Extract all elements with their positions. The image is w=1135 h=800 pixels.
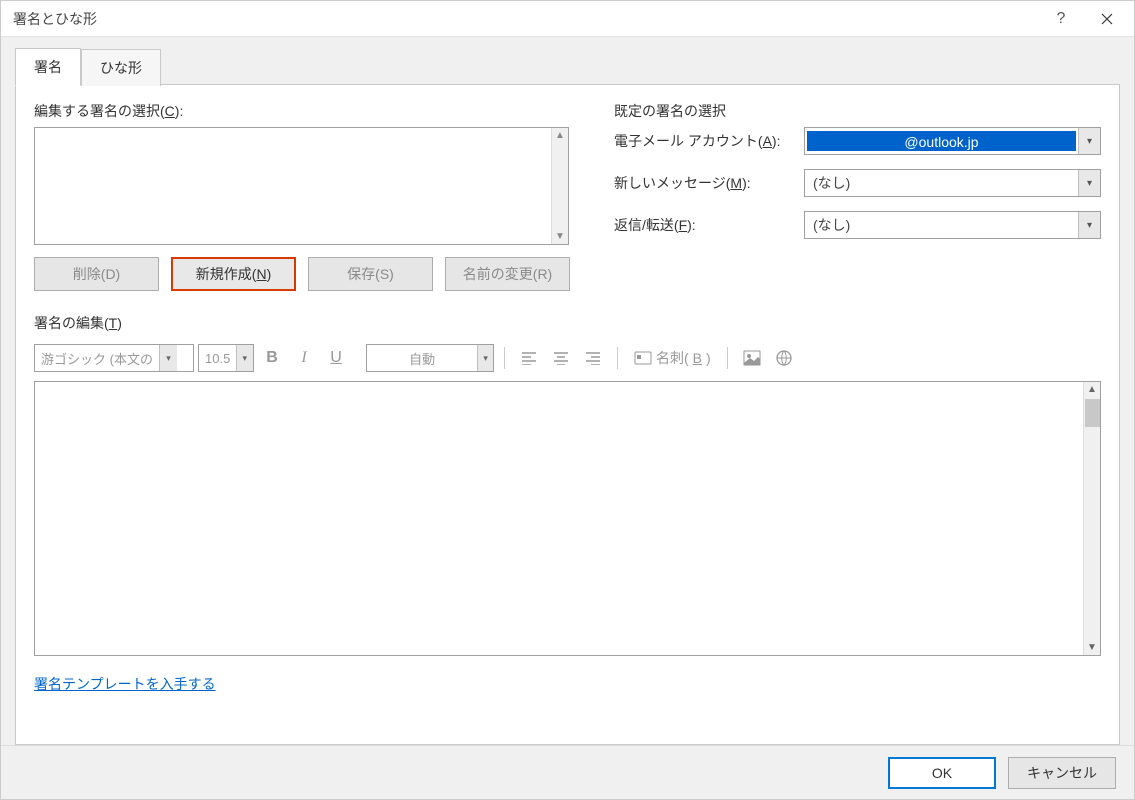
newmsg-value: (なし) <box>805 173 1078 193</box>
format-toolbar: 游ゴシック (本文の ▾ 10.5 ▾ B I U 自動 ▾ <box>34 341 1101 375</box>
cancel-button[interactable]: キャンセル <box>1008 757 1116 789</box>
get-templates-link[interactable]: 署名テンプレートを入手する <box>34 676 216 692</box>
link-row: 署名テンプレートを入手する <box>34 674 1101 694</box>
close-icon <box>1101 13 1113 25</box>
delete-button[interactable]: 削除(D) <box>34 257 159 291</box>
italic-icon: I <box>301 349 306 367</box>
insert-image-button[interactable] <box>738 344 766 372</box>
signature-listbox[interactable]: ▲ ▼ <box>34 127 569 245</box>
chevron-down-icon: ▾ <box>1078 128 1100 154</box>
align-left-icon <box>521 351 537 365</box>
link-icon <box>775 349 793 367</box>
business-card-button[interactable]: 名刺(B) <box>628 344 717 372</box>
scroll-down-icon: ▼ <box>555 229 565 244</box>
separator <box>504 347 505 369</box>
new-button[interactable]: 新規作成(N) <box>171 257 296 291</box>
italic-button[interactable]: I <box>290 344 318 372</box>
reply-value: (なし) <box>805 215 1078 235</box>
account-row: 電子メール アカウント(A): @outlook.jp ▾ <box>614 127 1101 155</box>
align-center-button[interactable] <box>547 344 575 372</box>
close-button[interactable] <box>1084 3 1130 35</box>
default-signature-label: 既定の署名の選択 <box>614 101 1101 121</box>
editor-scrollbar[interactable]: ▲ ▼ <box>1083 382 1100 655</box>
scroll-up-icon: ▲ <box>1087 382 1097 397</box>
reply-combo[interactable]: (なし) ▾ <box>804 211 1101 239</box>
reply-label: 返信/転送(F): <box>614 215 804 235</box>
account-combo[interactable]: @outlook.jp ▾ <box>804 127 1101 155</box>
chevron-down-icon: ▾ <box>236 345 253 371</box>
tab-panel-signature: 編集する署名の選択(C): ▲ ▼ 削除(D) 新規作成(N) 保存(S) <box>15 84 1120 745</box>
upper-row: 編集する署名の選択(C): ▲ ▼ 削除(D) 新規作成(N) 保存(S) <box>34 101 1101 291</box>
newmsg-row: 新しいメッセージ(M): (なし) ▾ <box>614 169 1101 197</box>
content-area: 署名 ひな形 編集する署名の選択(C): ▲ ▼ 削除(D) <box>1 37 1134 745</box>
reply-row: 返信/転送(F): (なし) ▾ <box>614 211 1101 239</box>
separator <box>617 347 618 369</box>
bold-icon: B <box>266 349 278 367</box>
right-column: 既定の署名の選択 電子メール アカウント(A): @outlook.jp ▾ 新… <box>614 101 1101 291</box>
select-signature-label: 編集する署名の選択(C): <box>34 101 594 121</box>
align-left-button[interactable] <box>515 344 543 372</box>
separator <box>727 347 728 369</box>
image-icon <box>743 350 761 366</box>
dialog-button-bar: OK キャンセル <box>1 745 1134 799</box>
tab-stationery[interactable]: ひな形 <box>81 49 161 86</box>
save-button[interactable]: 保存(S) <box>308 257 433 291</box>
signatures-dialog: 署名とひな形 ? 署名 ひな形 編集する署名の選択(C): ▲ ▼ <box>0 0 1135 800</box>
chevron-down-icon: ▾ <box>159 345 177 371</box>
titlebar: 署名とひな形 ? <box>1 1 1134 37</box>
scroll-down-icon: ▼ <box>1087 640 1097 655</box>
chevron-down-icon: ▾ <box>1078 170 1100 196</box>
underline-button[interactable]: U <box>322 344 350 372</box>
listbox-scrollbar[interactable]: ▲ ▼ <box>551 128 568 244</box>
font-size-combo[interactable]: 10.5 ▾ <box>198 344 254 372</box>
font-color-combo[interactable]: 自動 ▾ <box>366 344 494 372</box>
card-icon <box>634 351 652 365</box>
left-column: 編集する署名の選択(C): ▲ ▼ 削除(D) 新規作成(N) 保存(S) <box>34 101 594 291</box>
signature-editor[interactable]: ▲ ▼ <box>34 381 1101 656</box>
insert-link-button[interactable] <box>770 344 798 372</box>
tab-strip: 署名 ひな形 <box>15 47 1120 85</box>
newmsg-label: 新しいメッセージ(M): <box>614 173 804 193</box>
chevron-down-icon: ▾ <box>1078 212 1100 238</box>
underline-icon: U <box>330 349 342 367</box>
align-right-icon <box>585 351 601 365</box>
rename-button[interactable]: 名前の変更(R) <box>445 257 570 291</box>
align-center-icon <box>553 351 569 365</box>
ok-button[interactable]: OK <box>888 757 996 789</box>
account-value: @outlook.jp <box>807 131 1076 151</box>
window-title: 署名とひな形 <box>13 9 97 29</box>
edit-signature-label: 署名の編集(T) <box>34 313 1101 333</box>
scroll-up-icon: ▲ <box>555 128 565 143</box>
chevron-down-icon: ▾ <box>477 345 493 371</box>
help-button[interactable]: ? <box>1038 3 1084 35</box>
scroll-thumb[interactable] <box>1085 399 1100 427</box>
font-name-combo[interactable]: 游ゴシック (本文の ▾ <box>34 344 194 372</box>
newmsg-combo[interactable]: (なし) ▾ <box>804 169 1101 197</box>
align-right-button[interactable] <box>579 344 607 372</box>
account-label: 電子メール アカウント(A): <box>614 131 804 151</box>
tab-signature[interactable]: 署名 <box>15 48 81 86</box>
signature-button-row: 削除(D) 新規作成(N) 保存(S) 名前の変更(R) <box>34 257 594 291</box>
bold-button[interactable]: B <box>258 344 286 372</box>
